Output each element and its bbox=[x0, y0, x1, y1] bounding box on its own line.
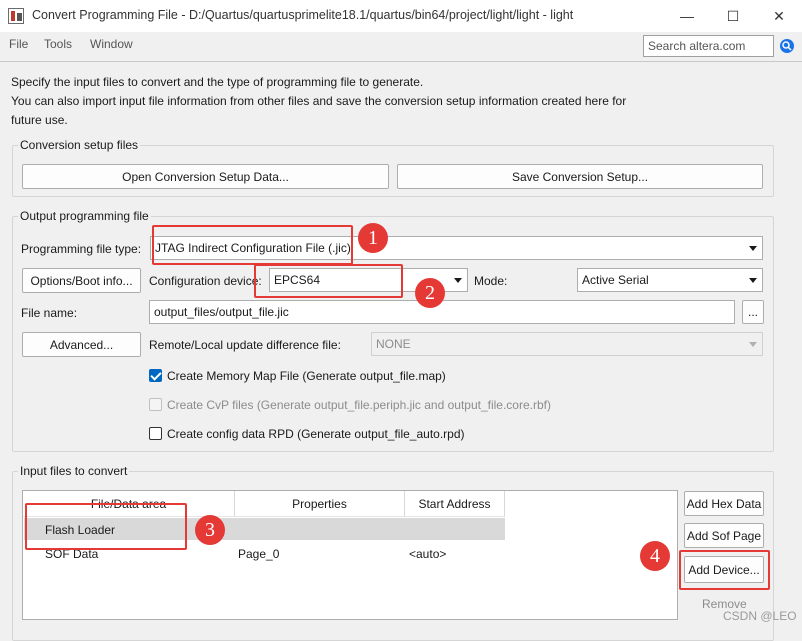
window-title: Convert Programming File - D:/Quartus/qu… bbox=[32, 8, 574, 22]
memory-map-label: Create Memory Map File (Generate output_… bbox=[167, 369, 446, 383]
browse-file-button[interactable]: ... bbox=[742, 300, 764, 324]
configuration-device-label: Configuration device: bbox=[149, 274, 262, 288]
mode-label: Mode: bbox=[474, 274, 508, 288]
file-name-label: File name: bbox=[21, 306, 78, 320]
app-icon bbox=[8, 8, 24, 24]
save-conversion-setup-button[interactable]: Save Conversion Setup... bbox=[397, 164, 763, 189]
annotation-badge-2: 2 bbox=[415, 278, 445, 308]
search-icon[interactable] bbox=[776, 35, 798, 57]
conversion-setup-title: Conversion setup files bbox=[18, 138, 141, 152]
remote-update-value: NONE bbox=[376, 337, 411, 351]
cvp-label: Create CvP files (Generate output_file.p… bbox=[167, 398, 551, 412]
menu-file[interactable]: File bbox=[9, 37, 28, 51]
mode-value: Active Serial bbox=[582, 273, 649, 287]
rpd-checkbox[interactable] bbox=[149, 427, 162, 440]
programming-file-type-label: Programming file type: bbox=[21, 242, 142, 256]
minimize-button[interactable]: — bbox=[664, 0, 710, 32]
remote-update-select[interactable]: NONE bbox=[371, 332, 763, 356]
add-sof-page-button[interactable]: Add Sof Page bbox=[684, 523, 764, 548]
maximize-button[interactable]: ☐ bbox=[710, 0, 756, 32]
annotation-box-1 bbox=[152, 225, 353, 265]
table-cell-properties: Page_0 bbox=[238, 547, 280, 561]
add-hex-data-button[interactable]: Add Hex Data bbox=[684, 491, 764, 516]
output-programming-title: Output programming file bbox=[18, 209, 151, 223]
open-conversion-setup-button[interactable]: Open Conversion Setup Data... bbox=[22, 164, 389, 189]
memory-map-checkbox[interactable] bbox=[149, 369, 162, 382]
annotation-badge-1: 1 bbox=[358, 223, 388, 253]
remote-update-label: Remote/Local update difference file: bbox=[149, 338, 341, 352]
close-button[interactable]: ✕ bbox=[756, 0, 802, 32]
cvp-checkbox[interactable] bbox=[149, 398, 162, 411]
annotation-badge-3: 3 bbox=[195, 515, 225, 545]
file-name-input[interactable]: output_files/output_file.jic bbox=[149, 300, 735, 324]
search-input[interactable]: Search altera.com bbox=[643, 35, 774, 57]
annotation-box-3 bbox=[25, 503, 187, 550]
intro-line-1: Specify the input files to convert and t… bbox=[11, 75, 424, 89]
chevron-down-icon bbox=[454, 278, 462, 283]
column-header-properties[interactable]: Properties bbox=[235, 491, 405, 517]
annotation-box-4 bbox=[679, 550, 770, 590]
rpd-label: Create config data RPD (Generate output_… bbox=[167, 427, 465, 441]
intro-line-2: You can also import input file informati… bbox=[11, 94, 627, 108]
column-header-start-address[interactable]: Start Address bbox=[405, 491, 505, 517]
input-files-title: Input files to convert bbox=[18, 464, 130, 478]
intro-line-3: future use. bbox=[11, 113, 68, 127]
annotation-box-2 bbox=[254, 264, 403, 298]
options-boot-info-button[interactable]: Options/Boot info... bbox=[22, 268, 141, 293]
annotation-badge-4: 4 bbox=[640, 541, 670, 571]
chevron-down-icon bbox=[749, 278, 757, 283]
chevron-down-icon bbox=[749, 246, 757, 251]
mode-select[interactable]: Active Serial bbox=[577, 268, 763, 292]
chevron-down-icon bbox=[749, 342, 757, 347]
menu-tools[interactable]: Tools bbox=[44, 37, 72, 51]
advanced-button[interactable]: Advanced... bbox=[22, 332, 141, 357]
watermark: CSDN @LEO bbox=[723, 609, 797, 623]
menu-window[interactable]: Window bbox=[90, 37, 133, 51]
table-cell-start-address: <auto> bbox=[409, 547, 447, 561]
